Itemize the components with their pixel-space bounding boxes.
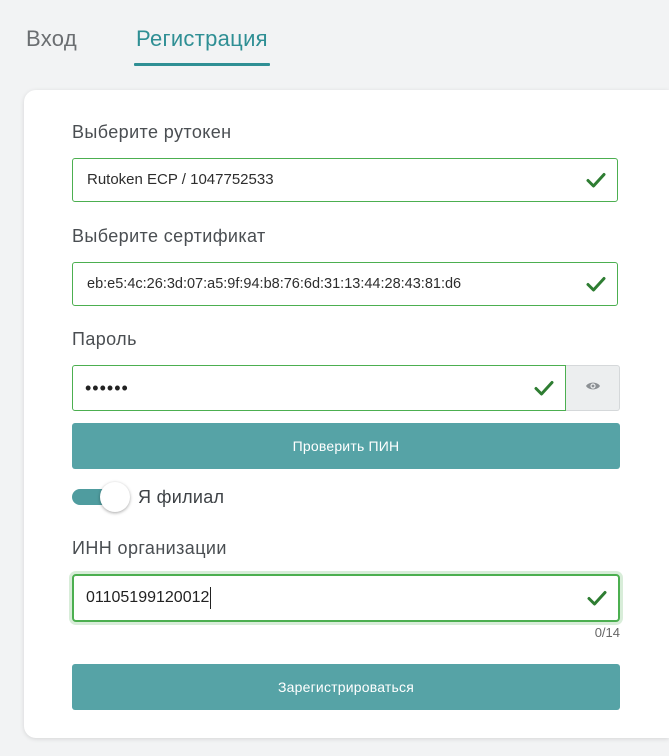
eye-icon — [585, 379, 601, 397]
password-group: •••••• — [72, 365, 620, 411]
check-pin-button[interactable]: Проверить ПИН — [72, 423, 620, 469]
inn-value: 01105199120012 — [86, 589, 210, 606]
certificate-select[interactable]: eb:e5:4c:26:3d:07:a5:9f:94:b8:76:6d:31:1… — [72, 262, 618, 306]
certificate-value: eb:e5:4c:26:3d:07:a5:9f:94:b8:76:6d:31:1… — [87, 276, 462, 292]
branch-toggle-label: Я филиал — [138, 486, 225, 507]
toggle-knob — [100, 482, 130, 512]
check-icon — [533, 377, 555, 399]
password-value: •••••• — [85, 378, 129, 398]
check-icon — [585, 169, 607, 191]
registration-page: Вход Регистрация Выберите рутокен Rutoke… — [0, 0, 669, 756]
inn-char-counter: 0/14 — [594, 625, 620, 640]
check-icon — [585, 273, 607, 295]
show-password-button[interactable] — [566, 365, 620, 411]
token-value: Rutoken ECP / 1047752533 — [87, 171, 274, 188]
text-caret — [210, 586, 212, 609]
register-button[interactable]: Зарегистрироваться — [72, 664, 620, 710]
branch-toggle[interactable] — [72, 482, 130, 512]
tab-login[interactable]: Вход — [24, 24, 79, 54]
branch-toggle-row: Я филиал — [72, 482, 224, 512]
registration-card: Выберите рутокен Rutoken ECP / 104775253… — [24, 90, 669, 738]
inn-value-wrap: 01105199120012 — [86, 576, 212, 620]
inn-label: ИНН организации — [72, 538, 227, 558]
check-icon — [586, 587, 608, 609]
tab-register[interactable]: Регистрация — [133, 24, 270, 66]
inn-input[interactable]: 01105199120012 — [72, 574, 620, 622]
certificate-label: Выберите сертификат — [72, 226, 266, 246]
token-label: Выберите рутокен — [72, 122, 232, 142]
auth-tabs: Вход Регистрация — [24, 24, 270, 66]
token-select[interactable]: Rutoken ECP / 1047752533 — [72, 158, 618, 202]
password-field[interactable]: •••••• — [72, 365, 566, 411]
password-label: Пароль — [72, 329, 137, 349]
